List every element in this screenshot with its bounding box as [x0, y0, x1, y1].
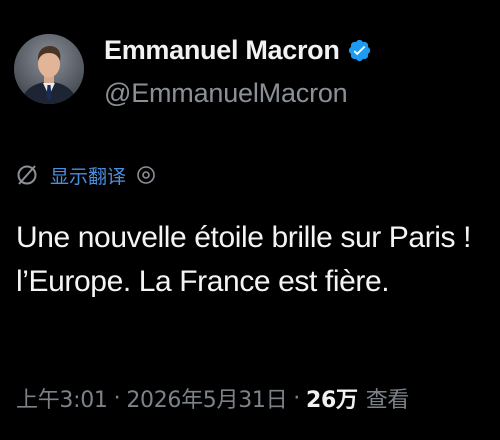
- verified-badge-icon: [347, 38, 372, 63]
- author-display-name[interactable]: Emmanuel Macron: [104, 35, 340, 66]
- translate-icon: [14, 162, 40, 188]
- info-icon[interactable]: [136, 165, 156, 185]
- views-label: 查看: [365, 388, 410, 413]
- avatar[interactable]: [14, 34, 84, 104]
- tweet-meta: 上午3:01 · 2026年5月31日 · 26万 查看: [16, 380, 409, 416]
- author-name-row: Emmanuel Macron: [104, 34, 372, 66]
- tweet-time[interactable]: 上午3:01: [16, 382, 108, 414]
- tweet-text-line-1: Une nouvelle étoile brille sur Paris !: [16, 221, 472, 254]
- author-handle[interactable]: @EmmanuelMacron: [104, 78, 348, 109]
- tweet-date[interactable]: 2026年5月31日: [126, 382, 287, 414]
- meta-separator: ·: [293, 385, 300, 411]
- show-translation-link[interactable]: 显示翻译: [50, 162, 126, 189]
- tweet-card: Emmanuel Macron @EmmanuelMacron 显示翻译 Une…: [0, 0, 500, 440]
- views-count: 26万: [306, 388, 358, 413]
- tweet-text-line-2: l’Europe. La France est fière.: [16, 265, 390, 298]
- meta-separator: ·: [113, 385, 121, 411]
- translate-row: 显示翻译: [14, 160, 156, 190]
- tweet-text: Une nouvelle étoile brille sur Paris ! l…: [16, 216, 500, 304]
